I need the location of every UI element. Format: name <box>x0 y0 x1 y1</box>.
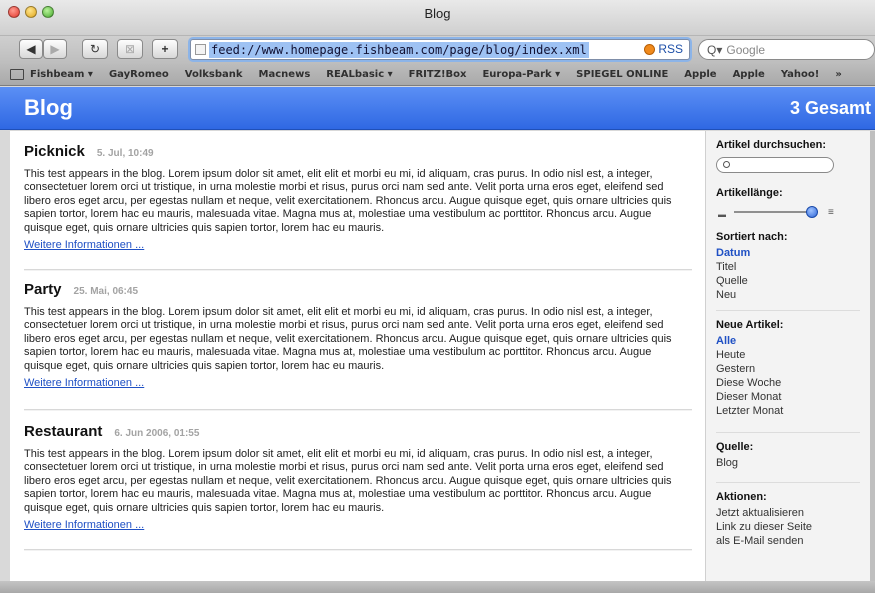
search-placeholder: Google <box>726 42 766 57</box>
reload-button[interactable]: ↻ <box>82 39 108 59</box>
article-title[interactable]: Party <box>24 281 62 298</box>
slider-track <box>734 211 816 213</box>
bookmark-item[interactable]: Fishbeam ▾ <box>30 69 93 80</box>
short-length-icon: ▬ <box>718 210 726 219</box>
new-articles-heading: Neue Artikel: <box>716 319 784 331</box>
add-bookmark-button[interactable]: + <box>152 39 178 59</box>
bookmark-item[interactable]: Yahoo! <box>781 69 820 80</box>
article-body: This test appears in the blog. Lorem ips… <box>24 306 672 372</box>
page-favicon-icon <box>195 44 206 55</box>
back-button[interactable]: ◀ <box>19 39 43 59</box>
sort-option-datum[interactable]: Datum <box>716 246 860 260</box>
articles-pane: Picknick 5. Jul, 10:49 This test appears… <box>10 131 705 581</box>
snapback-icon: ⊠ <box>124 42 136 56</box>
filter-option-dieser-monat[interactable]: Dieser Monat <box>716 390 860 404</box>
article-length-slider[interactable]: ▬ ≡ <box>716 205 860 219</box>
read-more-link[interactable]: Weitere Informationen ... <box>24 377 144 389</box>
bookmark-item[interactable]: REALbasic ▾ <box>326 69 392 80</box>
sidebar-divider <box>716 432 860 433</box>
vertical-scrollbar[interactable] <box>870 131 875 581</box>
forward-icon: ▶ <box>50 42 60 56</box>
status-bar <box>0 581 875 593</box>
filter-option-heute[interactable]: Heute <box>716 348 860 362</box>
read-more-link[interactable]: Weitere Informationen ... <box>24 519 144 531</box>
article-title[interactable]: Picknick <box>24 143 85 160</box>
filter-option-gestern[interactable]: Gestern <box>716 362 860 376</box>
bookmark-item[interactable]: FRITZ!Box <box>409 69 467 80</box>
address-url: feed://www.homepage.fishbeam.com/page/bl… <box>209 41 589 58</box>
source-item[interactable]: Blog <box>716 456 860 470</box>
search-field[interactable]: Q▾ Google <box>698 39 875 60</box>
browser-toolbar: ◀ ▶ ↻ ⊠ + feed://www.homepage.fishbeam.c… <box>0 36 875 64</box>
sidebar-divider <box>716 310 860 311</box>
article-date: 5. Jul, 10:49 <box>96 148 154 159</box>
article-item: Party 25. Mai, 06:45 This test appears i… <box>24 281 692 391</box>
bookmark-item[interactable]: SPIEGEL ONLINE <box>576 69 668 80</box>
article-search-input[interactable] <box>716 157 834 173</box>
action-refresh-link[interactable]: Jetzt aktualisieren <box>716 506 860 520</box>
rss-icon <box>644 43 656 55</box>
article-divider <box>24 409 692 411</box>
action-send-email[interactable]: als E-Mail senden <box>716 534 860 548</box>
article-divider <box>24 269 692 271</box>
article-date: 25. Mai, 06:45 <box>73 286 139 297</box>
length-heading: Artikellänge: <box>716 187 783 199</box>
sort-option-quelle[interactable]: Quelle <box>716 274 860 288</box>
article-title[interactable]: Restaurant <box>24 423 102 440</box>
sort-option-neu[interactable]: Neu <box>716 288 860 302</box>
article-item: Picknick 5. Jul, 10:49 This test appears… <box>24 143 692 253</box>
bookmark-item[interactable]: Apple <box>684 69 716 80</box>
article-divider <box>24 549 692 551</box>
bookmark-item[interactable]: Apple <box>733 69 765 80</box>
feed-sidebar: Artikel durchsuchen: Artikellänge: ▬ ≡ S… <box>705 131 870 581</box>
new-articles-options: Alle Heute Gestern Diese Woche Dieser Mo… <box>716 334 860 418</box>
bookmark-item[interactable]: Europa-Park ▾ <box>482 69 560 80</box>
rss-button[interactable]: RSS <box>644 42 683 56</box>
sort-option-titel[interactable]: Titel <box>716 260 860 274</box>
action-link-to-page[interactable]: Link zu dieser Seite <box>716 520 860 534</box>
reload-icon: ↻ <box>89 42 101 56</box>
bookmarks-bar: Fishbeam ▾ GayRomeo Volksbank Macnews RE… <box>0 64 875 86</box>
bookmarks-book-icon[interactable] <box>10 69 24 80</box>
rss-label: RSS <box>658 42 683 56</box>
article-header: Restaurant 6. Jun 2006, 01:55 <box>24 423 692 440</box>
address-bar[interactable]: feed://www.homepage.fishbeam.com/page/bl… <box>190 39 690 60</box>
sidebar-divider <box>716 482 860 483</box>
sort-options: Datum Titel Quelle Neu <box>716 246 860 302</box>
article-body: This test appears in the blog. Lorem ips… <box>24 448 672 514</box>
article-date: 6. Jun 2006, 01:55 <box>114 428 200 439</box>
read-more-link[interactable]: Weitere Informationen ... <box>24 239 144 251</box>
sort-heading: Sortiert nach: <box>716 231 788 243</box>
filter-option-diese-woche[interactable]: Diese Woche <box>716 376 860 390</box>
source-heading: Quelle: <box>716 441 754 453</box>
window-titlebar: Blog <box>0 0 875 36</box>
plus-icon: + <box>161 42 169 56</box>
source-list: Blog <box>716 456 860 470</box>
article-count: 3 Gesamt <box>789 98 871 118</box>
article-body: This test appears in the blog. Lorem ips… <box>24 168 672 234</box>
back-icon: ◀ <box>26 42 36 56</box>
page-title: Blog <box>24 95 73 120</box>
bookmark-item[interactable]: GayRomeo <box>109 69 169 80</box>
forward-button[interactable]: ▶ <box>43 39 67 59</box>
filter-option-letzter-monat[interactable]: Letzter Monat <box>716 404 860 418</box>
snapback-button[interactable]: ⊠ <box>117 39 143 59</box>
filter-option-alle[interactable]: Alle <box>716 334 860 348</box>
article-header: Party 25. Mai, 06:45 <box>24 281 692 298</box>
search-icon <box>723 161 730 168</box>
actions-list: Jetzt aktualisieren Link zu dieser Seite… <box>716 506 860 548</box>
long-length-icon: ≡ <box>828 207 834 218</box>
bookmark-item[interactable]: Volksbank <box>185 69 243 80</box>
feed-header: Blog 3 Gesamt <box>0 87 875 130</box>
article-item: Restaurant 6. Jun 2006, 01:55 This test … <box>24 423 692 533</box>
actions-heading: Aktionen: <box>716 491 767 503</box>
search-icon: Q▾ <box>707 42 723 57</box>
bookmarks-overflow-button[interactable]: » <box>835 69 841 80</box>
bookmark-item[interactable]: Macnews <box>259 69 311 80</box>
window-title: Blog <box>424 6 451 21</box>
search-heading: Artikel durchsuchen: <box>716 139 827 151</box>
slider-knob[interactable] <box>805 206 818 218</box>
article-header: Picknick 5. Jul, 10:49 <box>24 143 692 160</box>
